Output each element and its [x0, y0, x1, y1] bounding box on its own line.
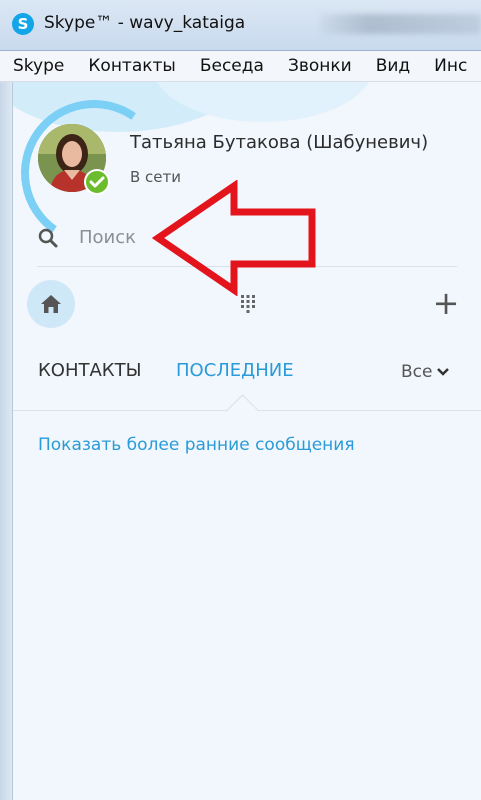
filter-label: Все	[401, 362, 433, 382]
menu-tools[interactable]: Инс	[421, 56, 478, 76]
window-titlebar[interactable]: S Skype™ - wavy_kataiga	[0, 0, 481, 51]
filter-dropdown[interactable]: Все	[401, 362, 450, 382]
search-icon	[38, 228, 58, 248]
online-status-icon	[84, 169, 110, 195]
menu-view[interactable]: Вид	[363, 56, 421, 76]
active-tab-indicator	[226, 394, 259, 427]
home-icon	[41, 295, 61, 313]
window-title: Skype™ - wavy_kataiga	[44, 13, 246, 33]
home-button[interactable]	[27, 280, 75, 328]
chevron-down-icon	[437, 368, 450, 376]
menu-conversation[interactable]: Беседа	[187, 56, 275, 76]
skype-logo-icon: S	[12, 13, 34, 35]
add-contact-button[interactable]: +	[431, 285, 461, 321]
blurred-window-title	[320, 14, 481, 34]
contact-tabs: КОНТАКТЫ ПОСЛЕДНИЕ Все	[13, 342, 481, 427]
menu-skype[interactable]: Skype	[0, 56, 75, 76]
tab-recent[interactable]: ПОСЛЕДНИЕ	[176, 360, 294, 381]
tab-contacts[interactable]: КОНТАКТЫ	[38, 360, 141, 381]
menu-calls[interactable]: Звонки	[275, 56, 363, 76]
menu-bar: Skype Контакты Беседа Звонки Вид Инс	[0, 51, 481, 82]
menu-contacts[interactable]: Контакты	[75, 56, 187, 76]
show-earlier-messages-link[interactable]: Показать более ранние сообщения	[38, 435, 355, 455]
profile-name[interactable]: Татьяна Бутакова (Шабуневич)	[130, 132, 428, 153]
dialpad-icon[interactable]	[239, 294, 257, 314]
annotation-arrow-icon	[151, 180, 316, 296]
window-left-frame	[0, 82, 13, 800]
